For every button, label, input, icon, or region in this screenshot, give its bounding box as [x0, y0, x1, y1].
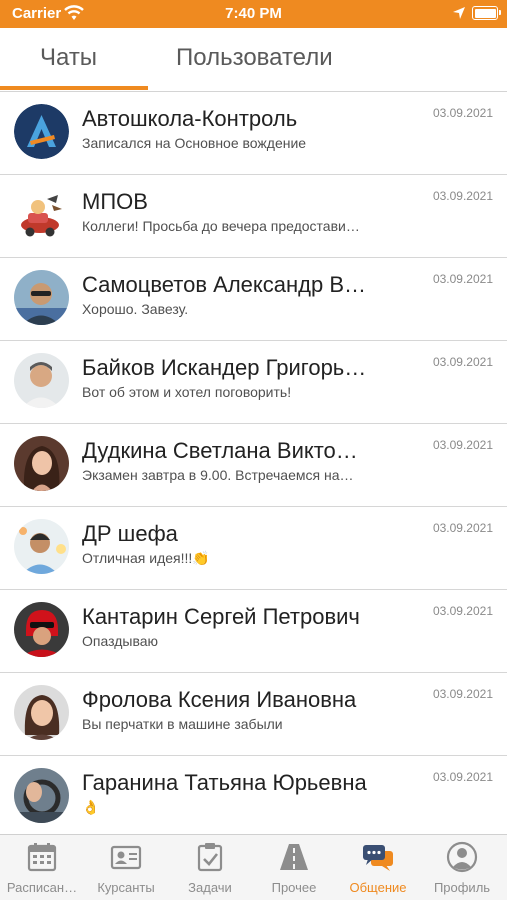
avatar	[14, 104, 69, 159]
chat-row-samotsvetov[interactable]: Самоцветов Александр В… Хорошо. Завезу. …	[0, 258, 507, 341]
chat-name: Кантарин Сергей Петрович	[82, 604, 360, 629]
chat-date: 03.09.2021	[432, 189, 493, 203]
tabbar-label: Курсанты	[97, 880, 155, 895]
avatar	[14, 187, 69, 242]
calendar-icon	[26, 841, 58, 873]
chat-date: 03.09.2021	[432, 604, 493, 618]
chat-date: 03.09.2021	[432, 272, 493, 286]
active-tab-indicator	[0, 86, 148, 90]
chat-name: Самоцветов Александр В…	[82, 272, 367, 297]
tabbar-label: Расписан…	[6, 880, 78, 895]
chat-last-message: Отличная идея!!!👏	[82, 550, 210, 566]
avatar	[14, 353, 69, 408]
chat-row-frolova[interactable]: Фролова Ксения Ивановна Вы перчатки в ма…	[0, 673, 507, 756]
avatar	[14, 519, 69, 574]
tabbar-label: Профиль	[433, 880, 491, 895]
road-icon	[278, 841, 310, 873]
chat-date: 03.09.2021	[432, 521, 493, 535]
chat-name: Байков Искандер Григорь…	[82, 355, 367, 380]
chat-row-baykov[interactable]: Байков Искандер Григорь… Вот об этом и х…	[0, 341, 507, 424]
battery-icon	[472, 6, 501, 20]
chat-last-message: Опаздываю	[82, 633, 159, 649]
tabbar-label: Задачи	[188, 880, 232, 895]
chat-name: Дудкина Светлана Викто…	[82, 438, 358, 463]
tabbar-item-profile[interactable]: Профиль	[420, 835, 504, 900]
chat-last-message: Вот об этом и хотел поговорить!	[82, 384, 292, 400]
chat-row-dudkina[interactable]: Дудкина Светлана Викто… Экзамен завтра в…	[0, 424, 507, 507]
profile-icon	[446, 841, 478, 873]
chat-date: 03.09.2021	[432, 770, 493, 784]
tabbar-item-students[interactable]: Курсанты	[84, 835, 168, 900]
tabbar-item-tasks[interactable]: Задачи	[168, 835, 252, 900]
status-bar: Carrier 7:40 PM	[0, 0, 507, 28]
tab-users[interactable]: Пользователи	[176, 44, 333, 72]
chat-name: ДР шефа	[82, 521, 178, 546]
tabbar-item-chat[interactable]: Общение	[336, 835, 420, 900]
chat-name: МПОВ	[82, 189, 148, 214]
chat-row-kantarin[interactable]: Кантарин Сергей Петрович Опаздываю 03.09…	[0, 590, 507, 673]
chat-last-message: Хорошо. Завезу.	[82, 301, 189, 317]
avatar	[14, 685, 69, 740]
chat-date: 03.09.2021	[432, 687, 493, 701]
location-arrow-icon	[452, 6, 466, 20]
chat-last-message: Вы перчатки в машине забыли	[82, 716, 283, 732]
task-icon	[194, 841, 226, 873]
avatar	[14, 768, 69, 823]
bottom-tab-bar: Расписан… Курсанты Задачи Прочее Общение…	[0, 834, 507, 900]
avatar	[14, 270, 69, 325]
avatar	[14, 436, 69, 491]
chat-list[interactable]: Автошкола-Контроль Записался на Основное…	[0, 92, 507, 834]
chat-date: 03.09.2021	[432, 106, 493, 120]
avatar	[14, 602, 69, 657]
chat-last-message: 👌	[82, 799, 100, 815]
chat-icon	[362, 841, 394, 873]
chat-tabs: Чаты Пользователи	[0, 28, 507, 92]
chat-row-mpov[interactable]: МПОВ Коллеги! Просьба до вечера предоста…	[0, 175, 507, 258]
chat-name: Автошкола-Контроль	[82, 106, 298, 131]
tabbar-label: Прочее	[271, 880, 317, 895]
chat-row-garanina[interactable]: Гаранина Татьяна Юрьевна 👌 03.09.2021	[0, 756, 507, 834]
chat-date: 03.09.2021	[432, 355, 493, 369]
tabbar-label: Общение	[349, 880, 407, 895]
chat-name: Фролова Ксения Ивановна	[82, 687, 357, 712]
tabbar-item-other[interactable]: Прочее	[252, 835, 336, 900]
id-card-icon	[110, 841, 142, 873]
tab-chats[interactable]: Чаты	[40, 44, 97, 72]
chat-row-avtoshkola[interactable]: Автошкола-Контроль Записался на Основное…	[0, 92, 507, 175]
tabbar-item-schedule[interactable]: Расписан…	[0, 835, 84, 900]
chat-name: Гаранина Татьяна Юрьевна	[82, 770, 367, 795]
chat-last-message: Записался на Основное вождение	[82, 135, 307, 151]
chat-date: 03.09.2021	[432, 438, 493, 452]
chat-row-dr-shefa[interactable]: ДР шефа Отличная идея!!!👏 03.09.2021	[0, 507, 507, 590]
chat-last-message: Коллеги! Просьба до вечера предостави…	[82, 218, 360, 234]
clock: 7:40 PM	[225, 5, 282, 22]
chat-last-message: Экзамен завтра в 9.00. Встречаемся на…	[82, 467, 354, 483]
